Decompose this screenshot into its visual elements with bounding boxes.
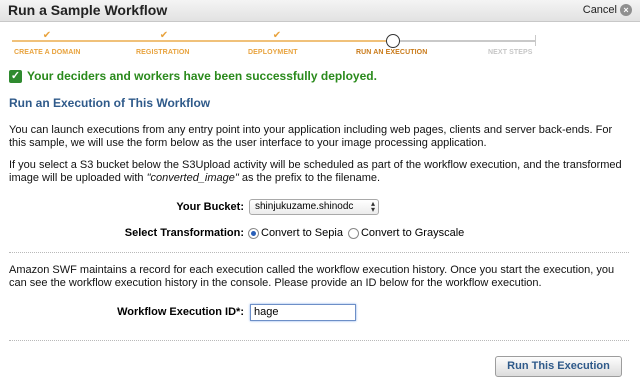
close-circle-icon: × xyxy=(620,4,632,16)
success-check-icon: ✓ xyxy=(9,69,22,83)
run-execution-button[interactable]: Run This Execution xyxy=(495,356,622,377)
select-updown-icon: ▴ ▾ xyxy=(370,199,375,214)
bucket-paragraph-prefix: "converted_image" xyxy=(146,172,239,184)
progress-track-end xyxy=(535,35,536,46)
bucket-select[interactable]: shinjukuzame.shinodc ▴ ▾ xyxy=(249,199,379,215)
step-label-next-steps: NEXT STEPS xyxy=(488,49,533,56)
transformation-options: Convert to Sepia Convert to Grayscale xyxy=(248,227,469,239)
step-label-registration: REGISTRATION xyxy=(136,49,190,56)
success-notice: ✓ Your deciders and workers have been su… xyxy=(9,69,377,83)
step-2-check-icon: ✔ xyxy=(159,30,169,41)
grayscale-radio[interactable] xyxy=(347,227,359,239)
step-label-run-execution: RUN AN EXECUTION xyxy=(356,49,428,56)
transformation-label: Select Transformation: xyxy=(124,227,244,239)
divider xyxy=(9,340,629,341)
divider xyxy=(9,252,629,253)
bucket-select-value: shinjukuzame.shinodc xyxy=(255,201,354,212)
title-bar: Run a Sample Workflow Cancel × xyxy=(0,0,640,22)
execution-id-label: Workflow Execution ID*: xyxy=(117,306,244,318)
bucket-label: Your Bucket: xyxy=(176,201,244,213)
step-3-check-icon: ✔ xyxy=(272,30,282,41)
progress-track-remaining xyxy=(386,40,536,42)
step-label-create-domain: CREATE A DOMAIN xyxy=(14,49,81,56)
step-1-check-icon: ✔ xyxy=(42,30,52,41)
bucket-paragraph-tail: as the prefix to the filename. xyxy=(238,172,381,184)
section-heading: Run an Execution of This Workflow xyxy=(9,96,211,110)
progress-steps: ✔ ✔ ✔ CREATE A DOMAIN REGISTRATION DEPLO… xyxy=(0,22,640,62)
current-step-circle-icon xyxy=(386,34,400,48)
intro-paragraph: You can launch executions from any entry… xyxy=(9,124,613,149)
step-label-deployment: DEPLOYMENT xyxy=(248,49,298,56)
success-message: Your deciders and workers have been succ… xyxy=(27,69,377,83)
grayscale-radio-label[interactable]: Convert to Grayscale xyxy=(361,227,464,239)
history-paragraph: Amazon SWF maintains a record for each e… xyxy=(9,264,615,289)
sepia-radio-label[interactable]: Convert to Sepia xyxy=(261,227,343,239)
sepia-radio[interactable] xyxy=(248,227,259,239)
bucket-paragraph: If you select a S3 bucket below the S3Up… xyxy=(9,159,629,185)
progress-track-complete xyxy=(12,40,386,42)
page-title: Run a Sample Workflow xyxy=(8,2,168,18)
execution-id-input[interactable]: hage xyxy=(250,304,356,321)
cancel-button[interactable]: Cancel × xyxy=(583,4,632,16)
cancel-label: Cancel xyxy=(582,4,617,16)
